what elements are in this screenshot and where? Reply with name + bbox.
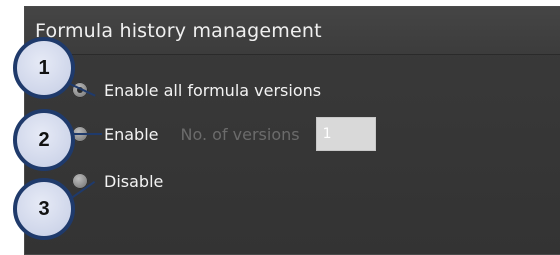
option-enable-label: Enable xyxy=(104,124,159,144)
option-enable[interactable]: Enable No. of versions xyxy=(72,117,376,151)
option-disable[interactable]: Disable xyxy=(72,169,163,193)
option-enable-all[interactable]: Enable all formula versions xyxy=(72,78,321,102)
callout-badge-3: 3 xyxy=(13,178,75,240)
versions-label: No. of versions xyxy=(180,124,300,144)
callout-number-3: 3 xyxy=(38,197,50,220)
screenshot-stage: Formula history management Enable all fo… xyxy=(0,0,560,255)
option-disable-label: Disable xyxy=(104,171,164,191)
panel-header: Formula history management xyxy=(25,7,560,55)
callout-leader-2 xyxy=(72,133,102,135)
callout-badge-2: 2 xyxy=(13,109,75,171)
versions-input[interactable] xyxy=(315,117,376,151)
panel-title: Formula history management xyxy=(35,20,322,42)
callout-number-2: 2 xyxy=(38,128,50,151)
callout-number-1: 1 xyxy=(38,56,50,79)
callout-badge-1: 1 xyxy=(13,37,75,99)
option-enable-all-label: Enable all formula versions xyxy=(104,80,322,100)
